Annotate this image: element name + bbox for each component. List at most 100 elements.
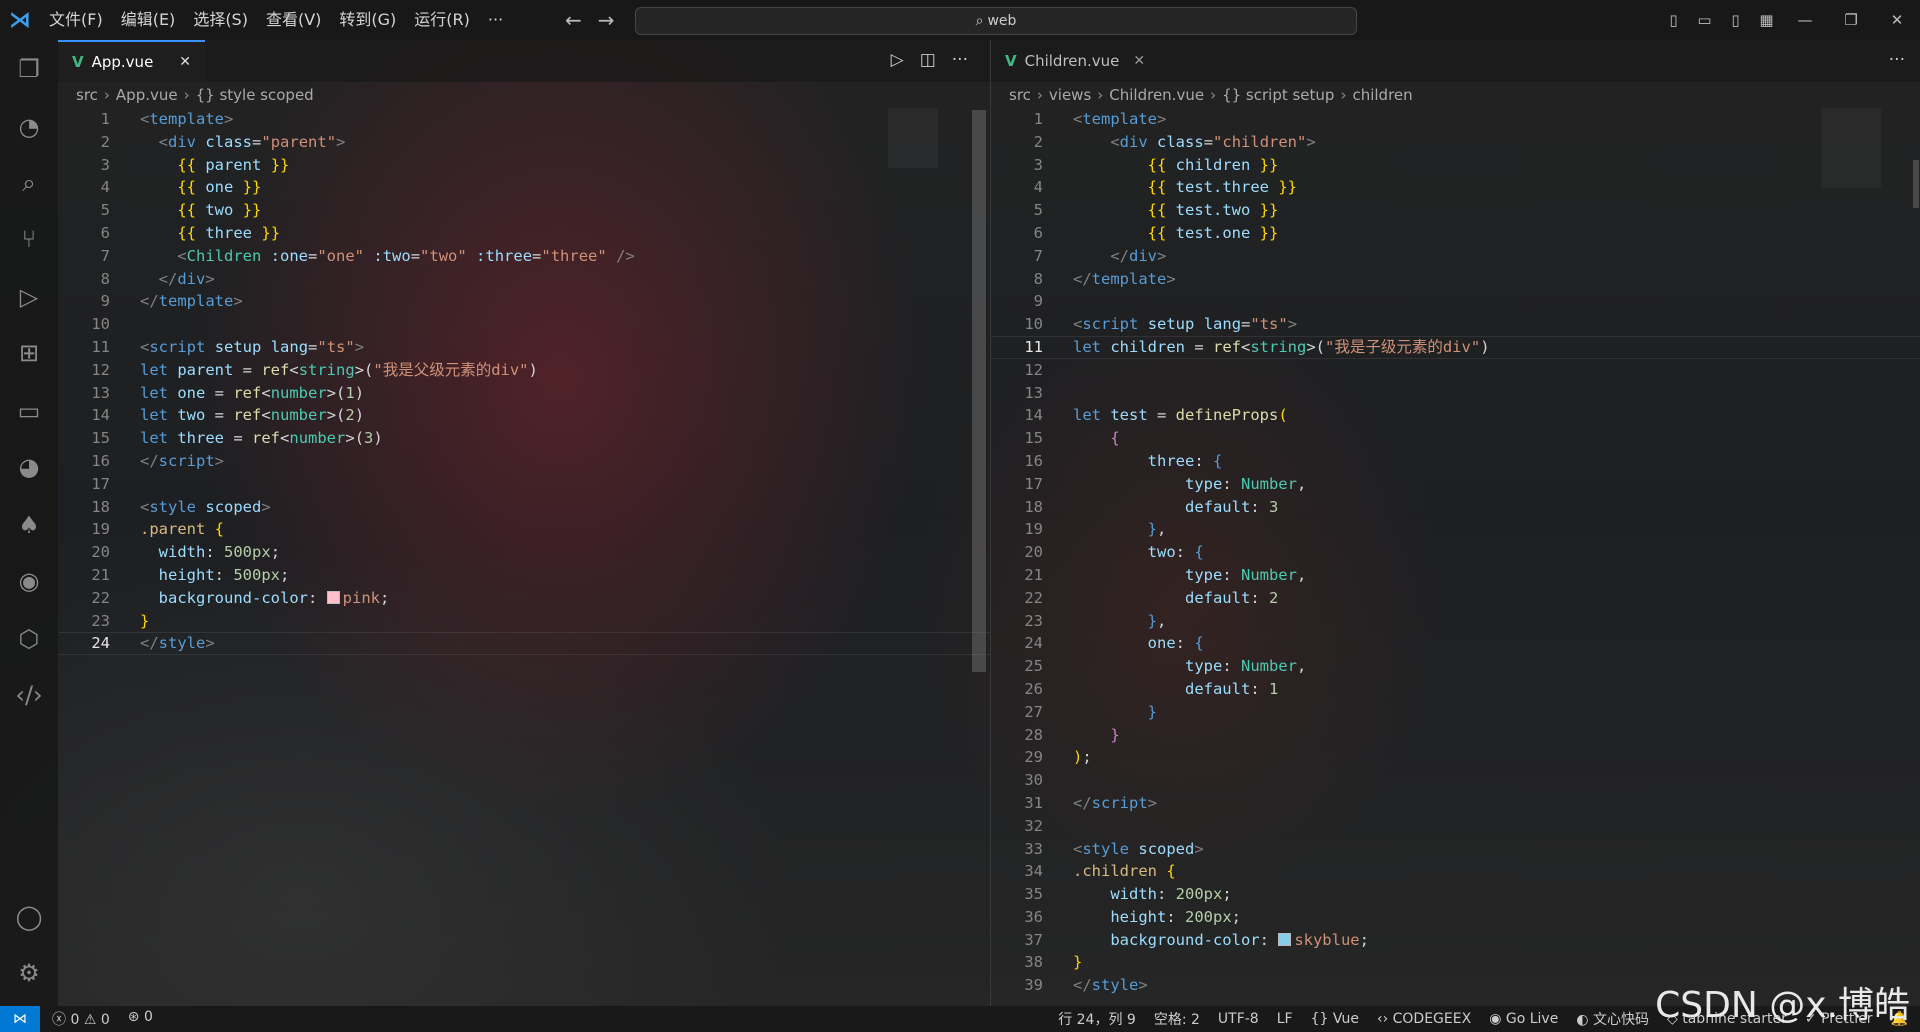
source-control-icon[interactable]: ⑂	[14, 224, 44, 254]
code-line[interactable]: 8 </template>	[991, 268, 1920, 291]
code-line[interactable]: 9	[991, 290, 1920, 313]
search-icon[interactable]: ⌕	[14, 168, 44, 198]
code-line[interactable]: 14 let test = defineProps(	[991, 404, 1920, 427]
customize-layout-icon[interactable]: ▦	[1751, 11, 1782, 29]
code-line[interactable]: 20 two: {	[991, 541, 1920, 564]
code-line[interactable]: 8 </div>	[58, 268, 990, 291]
code-line[interactable]: 4 {{ one }}	[58, 176, 990, 199]
restore-button[interactable]: ❐	[1828, 11, 1874, 29]
code-line[interactable]: 7 </div>	[991, 245, 1920, 268]
code-line[interactable]: 19 .parent {	[58, 518, 990, 541]
code-line[interactable]: 12 let parent = ref<string>("我是父级元素的div")	[58, 359, 990, 382]
code-line[interactable]: 13	[991, 382, 1920, 405]
explorer-icon[interactable]: ❐	[14, 54, 44, 84]
code-line[interactable]: 10	[58, 313, 990, 336]
code-line[interactable]: 21 height: 500px;	[58, 564, 990, 587]
encoding[interactable]: UTF-8	[1218, 1011, 1259, 1027]
codegeex-status[interactable]: ‹› CODEGEEX	[1377, 1011, 1471, 1027]
toggle-primary-sidebar-icon[interactable]: ▯	[1658, 11, 1689, 29]
end-of-line[interactable]: LF	[1277, 1011, 1293, 1027]
code-line[interactable]: 22 default: 2	[991, 587, 1920, 610]
code-line[interactable]: 23 },	[991, 610, 1920, 633]
code-line[interactable]: 33 <style scoped>	[991, 838, 1920, 861]
code-line[interactable]: 27 }	[991, 701, 1920, 724]
color-swatch-icon[interactable]	[326, 590, 340, 604]
menu-item-1[interactable]: 编辑(E)	[112, 0, 185, 40]
code-line[interactable]: 1 <template>	[58, 108, 990, 131]
menu-item-6[interactable]: ···	[479, 0, 512, 40]
edge-devtools-icon[interactable]: ◕	[14, 452, 44, 482]
code-line[interactable]: 5 {{ two }}	[58, 199, 990, 222]
code-line[interactable]: 24 one: {	[991, 632, 1920, 655]
problems-indicator[interactable]: ⓧ 0 ⚠ 0	[52, 1009, 110, 1029]
run-code-icon[interactable]: ▷	[891, 50, 904, 70]
minimap-left[interactable]	[888, 108, 938, 168]
menu-item-0[interactable]: 文件(F)	[40, 0, 112, 40]
code-line[interactable]: 12	[991, 359, 1920, 382]
code-line[interactable]: 1 <template>	[991, 108, 1920, 131]
breadcrumb-item[interactable]: children	[1352, 86, 1412, 104]
code-line[interactable]: 2 <div class="children">	[991, 131, 1920, 154]
back-arrow-icon[interactable]: ←	[565, 8, 582, 32]
code-line[interactable]: 14 let two = ref<number>(2)	[58, 404, 990, 427]
code-line[interactable]: 26 default: 1	[991, 678, 1920, 701]
code-line[interactable]: 37 background-color: skyblue;	[991, 929, 1920, 952]
toggle-panel-icon[interactable]: ▭	[1689, 11, 1720, 29]
toggle-secondary-sidebar-icon[interactable]: ▯	[1720, 11, 1751, 29]
code-line[interactable]: 19 },	[991, 518, 1920, 541]
breadcrumb-item[interactable]: App.vue	[116, 86, 178, 104]
code-area-right[interactable]: 1 <template> 2 <div class="children"> 3 {{ …	[991, 108, 1920, 997]
code-line[interactable]: 15 let three = ref<number>(3)	[58, 427, 990, 450]
code-line[interactable]: 5 {{ test.two }}	[991, 199, 1920, 222]
cursor-position[interactable]: 行 24，列 9	[1058, 1009, 1136, 1029]
code-line[interactable]: 17 type: Number,	[991, 473, 1920, 496]
menu-item-5[interactable]: 运行(R)	[405, 0, 479, 40]
code-line[interactable]: 2 <div class="parent">	[58, 131, 990, 154]
code-area-left[interactable]: 1 <template> 2 <div class="parent"> 3 {{ pa…	[58, 108, 990, 655]
menu-item-4[interactable]: 转到(G)	[330, 0, 405, 40]
minimize-button[interactable]: —	[1782, 11, 1828, 29]
code-line[interactable]: 18 default: 3	[991, 496, 1920, 519]
menu-item-3[interactable]: 查看(V)	[257, 0, 330, 40]
code-line[interactable]: 11 let children = ref<string>("我是子级元素的div…	[991, 336, 1920, 359]
codegeex-icon[interactable]: ⬡	[14, 624, 44, 654]
command-center-search[interactable]: ⌕ web	[635, 7, 1357, 35]
breadcrumb-item[interactable]: {} script setup	[1222, 86, 1334, 104]
more-actions-icon[interactable]: ···	[952, 50, 968, 70]
extensions-icon[interactable]: ⊞	[14, 338, 44, 368]
code-line[interactable]: 28 }	[991, 724, 1920, 747]
ports-indicator[interactable]: ⊛ 0	[128, 1009, 153, 1029]
close-window-button[interactable]: ✕	[1874, 11, 1920, 29]
breadcrumb-item[interactable]: src	[1009, 86, 1031, 104]
code-line[interactable]: 25 type: Number,	[991, 655, 1920, 678]
code-line[interactable]: 3 {{ children }}	[991, 154, 1920, 177]
code-line[interactable]: 16 </script>	[58, 450, 990, 473]
more-actions-icon[interactable]: ···	[1889, 50, 1905, 70]
code-line[interactable]: 21 type: Number,	[991, 564, 1920, 587]
code-line[interactable]: 22 background-color: pink;	[58, 587, 990, 610]
tab-app-vue[interactable]: V App.vue ✕	[58, 40, 206, 82]
wenxin-status[interactable]: ◐ 文心快码	[1576, 1009, 1649, 1029]
go-live-button[interactable]: ◉ Go Live	[1489, 1011, 1558, 1027]
remote-icon[interactable]: ⋈	[0, 1006, 40, 1032]
code-line[interactable]: 34 .children {	[991, 860, 1920, 883]
code-line[interactable]: 24 </style>	[58, 632, 990, 655]
settings-gear-icon[interactable]: ⚙	[14, 958, 44, 988]
code-line[interactable]: 17	[58, 473, 990, 496]
code-line[interactable]: 9 </template>	[58, 290, 990, 313]
color-swatch-icon[interactable]	[1278, 932, 1292, 946]
minimap-right[interactable]	[1821, 108, 1881, 188]
breadcrumb-item[interactable]: views	[1049, 86, 1091, 104]
code-line[interactable]: 38}	[991, 951, 1920, 974]
language-mode[interactable]: {} Vue	[1311, 1011, 1359, 1027]
code-line[interactable]: 13 let one = ref<number>(1)	[58, 382, 990, 405]
close-tab-icon[interactable]: ✕	[179, 54, 191, 70]
remote-explorer-icon[interactable]: ▭	[14, 396, 44, 426]
mongodb-icon[interactable]: ♠	[14, 510, 44, 540]
code-line[interactable]: 23}	[58, 610, 990, 633]
menu-item-2[interactable]: 选择(S)	[184, 0, 257, 40]
scrollbar-right[interactable]	[1913, 160, 1919, 208]
code-line[interactable]: 18 <style scoped>	[58, 496, 990, 519]
breadcrumb-item[interactable]: src	[76, 86, 98, 104]
code-line[interactable]: 10 <script setup lang="ts">	[991, 313, 1920, 336]
